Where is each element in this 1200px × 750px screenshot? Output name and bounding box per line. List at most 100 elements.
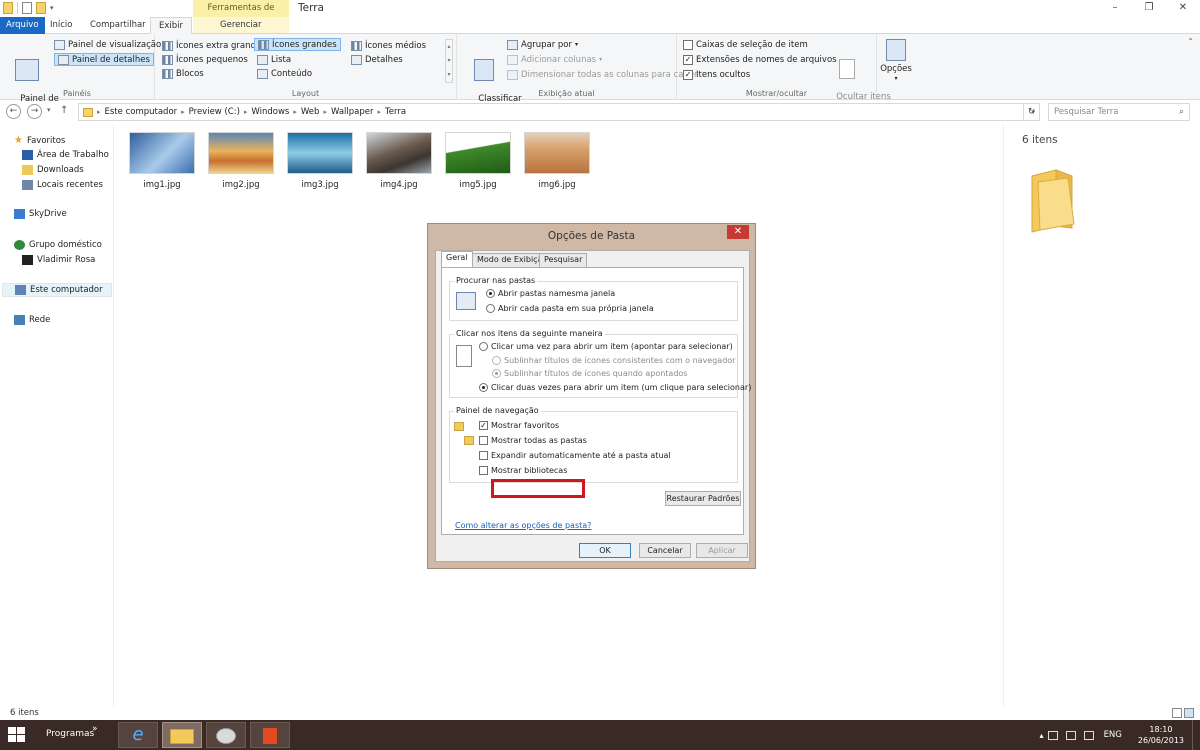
nav-rede[interactable]: Rede — [14, 315, 50, 325]
file-item[interactable]: img3.jpg — [287, 132, 353, 190]
radio-mesma-janela[interactable]: Abrir pastas namesma janela — [486, 289, 615, 298]
file-item[interactable]: img4.jpg — [366, 132, 432, 190]
programs-toolbar[interactable]: Programas — [46, 729, 94, 739]
layout-details[interactable]: Detalhes — [351, 53, 403, 66]
show-desktop-button[interactable] — [1192, 720, 1200, 750]
properties-icon[interactable] — [22, 2, 32, 14]
tab-arquivo[interactable]: Arquivo — [0, 17, 45, 34]
checkbox-checked-icon: ✓ — [683, 69, 693, 80]
restore-defaults-button[interactable]: Restaurar Padrões — [665, 491, 741, 506]
options-button[interactable]: Opções ▾ — [880, 39, 912, 84]
layout-list[interactable]: Lista — [257, 53, 291, 66]
taskbar-file-explorer[interactable] — [162, 722, 202, 748]
file-item[interactable]: img1.jpg — [129, 132, 195, 190]
collapse-ribbon-icon[interactable]: ⌃ — [1187, 37, 1194, 46]
file-item[interactable]: img6.jpg — [524, 132, 590, 190]
dialog-close-button[interactable]: ✕ — [727, 225, 749, 239]
file-extensions-toggle[interactable]: ✓ Extensões de nomes de arquivos — [683, 53, 837, 66]
breadcrumb[interactable]: Wallpaper — [331, 107, 374, 117]
file-item[interactable]: img5.jpg — [445, 132, 511, 190]
breadcrumb[interactable]: Terra — [385, 107, 406, 117]
refresh-icon[interactable]: ↻ — [1023, 103, 1040, 121]
recent-dropdown-icon[interactable]: ▾ — [47, 106, 51, 114]
breadcrumb[interactable]: Web — [301, 107, 320, 117]
address-bar-row: ← → ▾ ↑ ▸ Este computador ▸ Preview (C:) ▸… — [0, 101, 1200, 123]
folder-options-dialog: Opções de Pasta ✕ Geral Modo de Exibição… — [427, 223, 756, 569]
tab-inicio[interactable]: Início — [42, 17, 81, 34]
quick-access-toolbar: ▾ — [3, 2, 54, 14]
back-button[interactable]: ← — [6, 104, 21, 119]
nav-grupo-domestico[interactable]: Grupo doméstico — [14, 240, 102, 250]
taskbar-internet-explorer[interactable]: e — [118, 722, 158, 748]
radio-sublinhar-apontados[interactable]: Sublinhar títulos de ícones quando apont… — [492, 369, 687, 378]
checkbox-mostrar-favoritos[interactable]: ✓ Mostrar favoritos — [479, 421, 559, 430]
add-columns-button[interactable]: Adicionar colunas ▾ — [507, 53, 602, 66]
help-link[interactable]: Como alterar as opções de pasta? — [455, 521, 591, 530]
group-exibicao: Classificar por Agrupar por▾ Adicionar c… — [457, 34, 698, 114]
toolbar-chevron[interactable]: » — [92, 724, 98, 734]
item-checkboxes-toggle[interactable]: Caixas de seleção de item — [683, 38, 808, 51]
layout-medium-icons[interactable]: Ícones médios — [351, 39, 426, 52]
clock[interactable]: 18:10 26/06/2013 — [1138, 724, 1184, 746]
layout-scroll[interactable]: ▴ ▾ ▾ — [445, 39, 453, 83]
details-view-icon[interactable] — [1172, 708, 1182, 718]
nav-user[interactable]: Vladimir Rosa — [22, 255, 95, 265]
qat-dropdown-icon[interactable]: ▾ — [50, 4, 54, 12]
action-center-flag-icon[interactable] — [1047, 730, 1058, 740]
checkbox-mostrar-todas[interactable]: Mostrar todas as pastas — [479, 436, 587, 445]
new-folder-icon[interactable] — [36, 2, 46, 14]
nav-area-trabalho[interactable]: Área de Trabalho — [22, 150, 109, 160]
radio-sublinhar-navegador[interactable]: Sublinhar títulos de ícones consistentes… — [492, 356, 735, 365]
tab-exibir[interactable]: Exibir — [150, 17, 193, 34]
taskbar-paint[interactable] — [206, 722, 246, 748]
file-item[interactable]: img2.jpg — [208, 132, 274, 190]
preview-pane-button[interactable]: Painel de visualização — [54, 38, 161, 51]
radio-propria-janela[interactable]: Abrir cada pasta em sua própria janela — [486, 304, 654, 313]
layout-content[interactable]: Conteúdo — [257, 67, 312, 80]
language-indicator[interactable]: ENG — [1104, 730, 1122, 740]
cancel-button[interactable]: Cancelar — [639, 543, 691, 558]
start-button[interactable] — [8, 727, 26, 743]
group-layout: Ícones extra grandes Ícones grandes Ícon… — [155, 34, 457, 100]
forward-button[interactable]: → — [27, 104, 42, 119]
tab-compartilhar[interactable]: Compartilhar — [82, 17, 154, 34]
radio-clique-simples[interactable]: Clicar uma vez para abrir um item (apont… — [479, 342, 733, 351]
nav-este-computador[interactable]: Este computador — [2, 283, 112, 297]
layout-large-icons[interactable]: Ícones grandes — [254, 38, 341, 51]
network-icon[interactable] — [1065, 730, 1076, 740]
details-pane: 6 itens — [1003, 124, 1200, 706]
layout-small-icons[interactable]: Ícones pequenos — [162, 53, 248, 66]
apply-button[interactable]: Aplicar — [696, 543, 748, 558]
group-by-button[interactable]: Agrupar por ▾ — [507, 38, 578, 51]
size-columns-button[interactable]: Dimensionar todas as colunas para caber — [507, 68, 698, 81]
radio-clique-duplo[interactable]: Clicar duas vezes para abrir um item (um… — [479, 383, 751, 392]
tab-pesquisar[interactable]: Pesquisar — [539, 253, 588, 267]
address-field[interactable]: ▸ Este computador ▸ Preview (C:) ▸ Windows… — [78, 103, 1040, 121]
tab-gerenciar[interactable]: Gerenciar — [212, 17, 269, 34]
volume-icon[interactable] — [1083, 730, 1094, 740]
layout-tiles[interactable]: Blocos — [162, 67, 204, 80]
breadcrumb[interactable]: Este computador — [105, 107, 178, 117]
nav-favoritos[interactable]: ★ Favoritos — [14, 135, 65, 146]
tab-geral[interactable]: Geral — [441, 251, 473, 268]
large-icons-view-icon[interactable] — [1184, 708, 1194, 718]
checkbox-mostrar-bibliotecas[interactable]: Mostrar bibliotecas — [479, 466, 567, 475]
breadcrumb[interactable]: Windows — [251, 107, 289, 117]
layout-extra-large-icons[interactable]: Ícones extra grandes — [162, 39, 266, 52]
nav-downloads[interactable]: Downloads — [22, 165, 84, 175]
taskbar-office[interactable] — [250, 722, 290, 748]
minimize-button[interactable]: – — [1098, 0, 1132, 17]
details-pane-button[interactable]: Painel de detalhes — [54, 53, 154, 66]
nav-skydrive[interactable]: SkyDrive — [14, 209, 67, 219]
close-button[interactable]: ✕ — [1166, 0, 1200, 17]
nav-locais-recentes[interactable]: Locais recentes — [22, 180, 103, 190]
breadcrumb[interactable]: Preview (C:) — [189, 107, 240, 117]
hidden-items-toggle[interactable]: ✓ Itens ocultos — [683, 68, 750, 81]
checkbox-expandir[interactable]: Expandir automaticamente até a pasta atu… — [479, 451, 671, 460]
maximize-button[interactable]: ❐ — [1132, 0, 1166, 17]
up-button[interactable]: ↑ — [60, 105, 68, 116]
show-hidden-icons[interactable]: ▴ — [1040, 731, 1044, 740]
ok-button[interactable]: OK — [579, 543, 631, 558]
search-input[interactable]: Pesquisar Terra — [1048, 103, 1190, 121]
search-icon: ⌕ — [1178, 107, 1184, 117]
